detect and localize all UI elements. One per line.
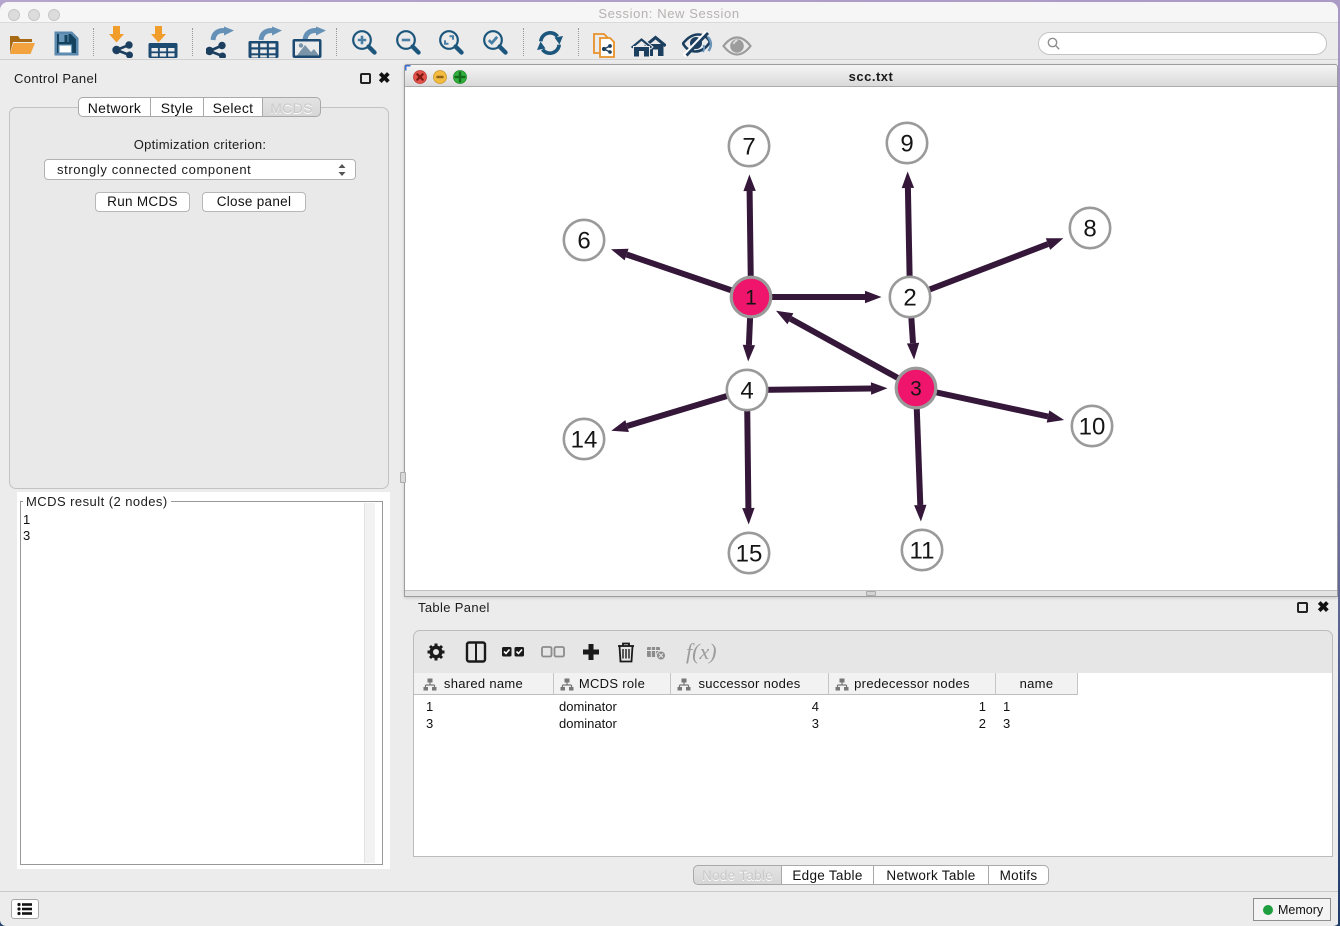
svg-text:4: 4 [740,378,753,405]
svg-text:11: 11 [910,538,935,565]
svg-text:9: 9 [900,131,913,158]
svg-text:15: 15 [736,541,763,568]
svg-text:7: 7 [742,134,755,161]
svg-text:14: 14 [571,427,598,454]
svg-text:8: 8 [1083,216,1096,243]
svg-text:2: 2 [903,285,916,312]
svg-text:10: 10 [1079,414,1106,441]
svg-text:f(x): f(x) [686,639,717,664]
svg-text:6: 6 [577,228,590,255]
svg-text:1: 1 [745,287,757,310]
svg-text:3: 3 [910,378,922,401]
